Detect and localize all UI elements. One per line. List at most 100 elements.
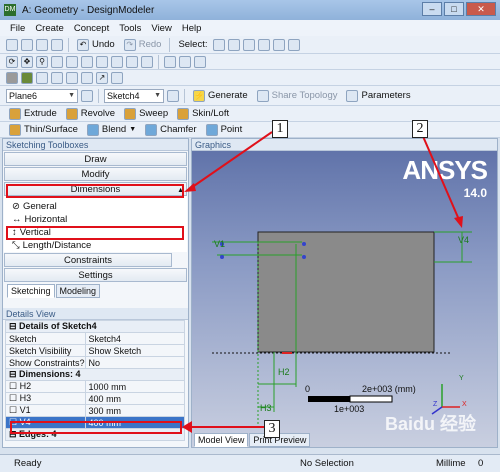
iso-view-icon[interactable] xyxy=(126,55,138,68)
table-row[interactable]: Show Constraints? No xyxy=(5,356,186,369)
constraints-toolbox[interactable]: Constraints xyxy=(4,253,172,267)
select-face-icon[interactable] xyxy=(258,38,271,51)
select-label: Select: xyxy=(178,39,208,50)
new-plane-icon[interactable] xyxy=(81,89,93,102)
dimension-length-distance[interactable]: ⤡ Length/Distance xyxy=(4,239,187,252)
magnifier-icon[interactable] xyxy=(81,55,93,68)
triad-x: X xyxy=(462,401,467,408)
tab-modeling[interactable]: Modeling xyxy=(55,284,101,298)
zoom-box-icon[interactable] xyxy=(51,55,63,68)
menu-help[interactable]: Help xyxy=(182,23,202,34)
generate-button[interactable]: ⚡ Generate xyxy=(190,89,251,102)
show-edges-icon[interactable] xyxy=(179,55,191,68)
details-group-dimensions[interactable]: ⊟ Dimensions: 4 xyxy=(5,368,185,381)
menu-file[interactable]: File xyxy=(10,23,25,34)
toolbar-plane: Plane6 ▼ Sketch4 ▼ ⚡ Generate Share Topolog… xyxy=(0,86,500,106)
callout-3: 3 xyxy=(264,420,280,438)
new-sketch-icon[interactable] xyxy=(167,89,179,102)
arrow-icon[interactable]: ↗ xyxy=(96,71,108,84)
title-bar: DM A: Geometry - DesignModeler – □ ✕ xyxy=(0,0,500,20)
vertex-icon[interactable] xyxy=(36,71,48,84)
blend-button[interactable]: Blend ▼ xyxy=(84,123,139,136)
parameters-button[interactable]: Parameters xyxy=(343,89,413,102)
new-icon[interactable] xyxy=(6,38,18,51)
modify-toolbox[interactable]: Modify xyxy=(4,167,187,181)
table-row[interactable]: ☐ V1 300 mm xyxy=(5,404,186,417)
dim-label-h2[interactable]: H2 xyxy=(278,367,290,377)
rotate-icon[interactable]: ⟳ xyxy=(6,55,18,68)
tab-model-view[interactable]: Model View xyxy=(194,433,249,447)
menu-create[interactable]: Create xyxy=(35,23,64,34)
app-icon: DM xyxy=(4,4,16,16)
edge-direction-icon[interactable] xyxy=(51,71,63,84)
look-at-icon[interactable] xyxy=(141,55,153,68)
status-ready: Ready xyxy=(14,458,42,469)
plane-select[interactable]: Plane6 ▼ xyxy=(6,88,78,103)
menu-tools[interactable]: Tools xyxy=(119,23,141,34)
point-display-icon[interactable] xyxy=(66,71,78,84)
share-topology-button[interactable]: Share Topology xyxy=(254,89,341,102)
undo-icon: ↶ xyxy=(77,38,89,51)
details-view-title: Details View xyxy=(3,308,188,320)
color-icon[interactable] xyxy=(21,71,33,84)
thin-surface-icon xyxy=(9,123,21,136)
dim-label-v1[interactable]: V1 xyxy=(214,239,225,249)
chamfer-button[interactable]: Chamfer xyxy=(142,123,199,136)
menu-view[interactable]: View xyxy=(151,23,171,34)
sweep-button[interactable]: Sweep xyxy=(121,107,171,120)
line-display-icon[interactable] xyxy=(81,71,93,84)
extrude-button[interactable]: Extrude xyxy=(6,107,60,120)
graphics-title: Graphics xyxy=(192,139,497,151)
redo-button[interactable]: ↷ Redo xyxy=(121,38,165,51)
undo-button[interactable]: ↶ Undo xyxy=(74,38,118,51)
menu-concept[interactable]: Concept xyxy=(74,23,109,34)
display-icon[interactable] xyxy=(194,55,206,68)
pan-icon[interactable]: ✥ xyxy=(21,55,33,68)
point-icon xyxy=(205,123,218,136)
save-as-icon[interactable] xyxy=(36,38,48,51)
select-mode-icon[interactable] xyxy=(213,38,226,51)
revolve-button[interactable]: Revolve xyxy=(63,107,118,120)
dim-label-h3[interactable]: H3 xyxy=(260,403,272,413)
length-dimension-icon: ⤡ xyxy=(12,240,20,251)
extend-selection-icon[interactable] xyxy=(288,38,301,51)
thin-surface-button[interactable]: Thin/Surface xyxy=(6,123,81,136)
dim-label-v4[interactable]: V4 xyxy=(458,235,469,245)
zoom-fit-icon[interactable] xyxy=(66,55,78,68)
sketch-select[interactable]: Sketch4 ▼ xyxy=(104,88,164,103)
camera-icon[interactable] xyxy=(51,38,63,51)
details-group-sketch[interactable]: ⊟ Details of Sketch4 xyxy=(5,320,185,333)
sketch-rectangle[interactable] xyxy=(257,231,435,353)
table-row[interactable]: ☐ H2 1000 mm xyxy=(5,380,186,393)
select-point-icon[interactable] xyxy=(228,38,241,51)
model-icon[interactable] xyxy=(164,55,176,68)
status-units: Millime xyxy=(436,458,466,469)
scale-zero: 0 xyxy=(305,384,311,394)
status-deg: 0 xyxy=(478,458,484,469)
previous-view-icon[interactable] xyxy=(96,55,108,68)
dimension-horizontal[interactable]: ↔ Horizontal xyxy=(4,213,187,226)
settings-toolbox[interactable]: Settings xyxy=(4,268,187,282)
select-body-icon[interactable] xyxy=(273,38,286,51)
toolbar-display: ↗ xyxy=(0,70,500,86)
dimension-general[interactable]: ⊘ General xyxy=(4,200,187,213)
sweep-icon xyxy=(124,107,137,120)
vertex-select-icon[interactable] xyxy=(111,71,123,84)
draw-toolbox[interactable]: Draw xyxy=(4,152,187,166)
table-row[interactable]: Sketch Sketch4 xyxy=(5,332,186,345)
graphics-panel[interactable]: Graphics ANSYS 14.0 V4 V1 H2 H3 0 2e+003… xyxy=(191,138,498,448)
table-row[interactable]: Sketch Visibility Show Sketch xyxy=(5,344,186,357)
table-row[interactable]: ☐ H3 400 mm xyxy=(5,392,186,405)
point-button[interactable]: Point xyxy=(203,123,246,136)
scale-max: 2e+003 (mm) xyxy=(362,384,416,394)
tab-sketching[interactable]: Sketching xyxy=(7,284,55,298)
skin-loft-button[interactable]: Skin/Loft xyxy=(174,107,232,120)
save-icon[interactable] xyxy=(21,38,33,51)
select-edge-icon[interactable] xyxy=(243,38,256,51)
minimize-button[interactable]: – xyxy=(422,2,442,16)
display-model-icon[interactable] xyxy=(6,71,18,84)
next-view-icon[interactable] xyxy=(111,55,123,68)
maximize-button[interactable]: □ xyxy=(444,2,464,16)
close-button[interactable]: ✕ xyxy=(466,2,496,16)
zoom-icon[interactable]: ⚲ xyxy=(36,55,48,68)
